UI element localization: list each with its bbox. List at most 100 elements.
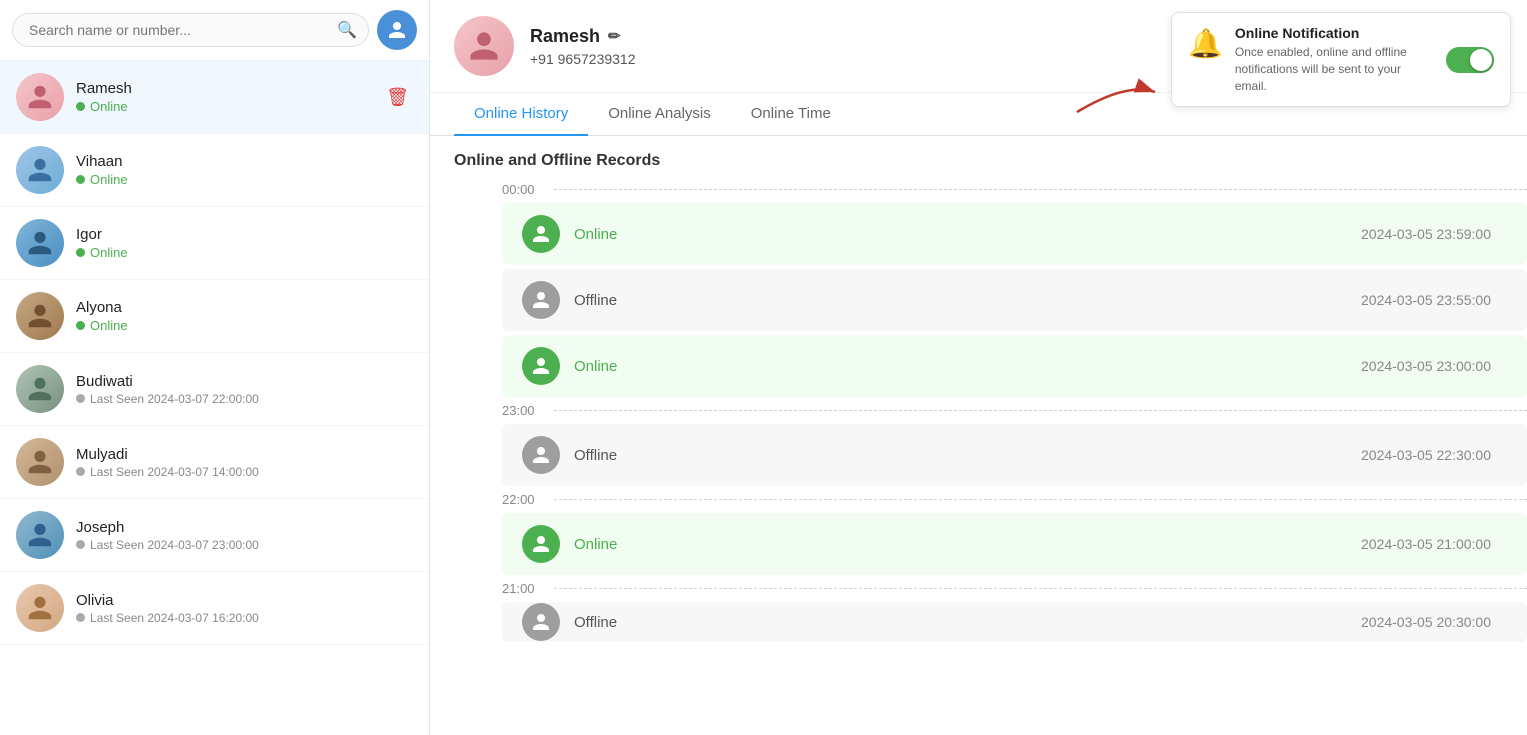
contact-name-budiwati: Budiwati: [76, 373, 413, 390]
divider-line-0000: [554, 189, 1527, 190]
record-time-4: 2024-03-05 21:00:00: [1361, 536, 1491, 552]
contact-info-budiwati: Budiwati Last Seen 2024-03-07 22:00:00: [76, 373, 413, 406]
divider-line-2200: [554, 499, 1527, 500]
record-label-3: Offline: [574, 447, 1347, 464]
record-label-5: Offline: [574, 614, 1347, 631]
record-row-3: Offline 2024-03-05 22:30:00: [502, 424, 1527, 486]
contact-status-olivia: Last Seen 2024-03-07 16:20:00: [76, 611, 413, 625]
record-row-1: Offline 2024-03-05 23:55:00: [502, 269, 1527, 331]
avatar-mulyadi: [16, 438, 64, 486]
offline-icon-5: [522, 603, 560, 641]
contact-status-igor: Online: [76, 245, 413, 260]
divider-line-2100: [554, 588, 1527, 589]
time-label-0000: 00:00: [502, 182, 544, 197]
notification-panel: 🔔 Online Notification Once enabled, onli…: [1171, 12, 1511, 107]
status-dot-mulyadi: [76, 467, 85, 476]
contact-info-vihaan: Vihaan Online: [76, 153, 413, 187]
avatar-vihaan: [16, 146, 64, 194]
avatar-igor: [16, 219, 64, 267]
record-row-0: Online 2024-03-05 23:59:00: [502, 203, 1527, 265]
tab-online-analysis[interactable]: Online Analysis: [588, 93, 731, 136]
contact-status-joseph: Last Seen 2024-03-07 23:00:00: [76, 538, 413, 552]
record-label-4: Online: [574, 536, 1347, 553]
tab-online-history[interactable]: Online History: [454, 93, 588, 136]
contact-status-mulyadi: Last Seen 2024-03-07 14:00:00: [76, 465, 413, 479]
record-time-5: 2024-03-05 20:30:00: [1361, 614, 1491, 630]
time-divider-2300: 23:00: [502, 403, 1527, 418]
contact-list: Ramesh Online 🗑 Vihaan Online 🗑: [0, 61, 429, 735]
contact-name-vihaan: Vihaan: [76, 153, 413, 170]
search-icon: 🔍: [337, 20, 357, 40]
online-icon-0: [522, 215, 560, 253]
record-row-4: Online 2024-03-05 21:00:00: [502, 513, 1527, 575]
header-avatar: [454, 16, 514, 76]
contact-name-igor: Igor: [76, 226, 413, 243]
contact-item-igor[interactable]: Igor Online 🗑: [0, 207, 429, 280]
offline-icon-1: [522, 281, 560, 319]
delete-ramesh-button[interactable]: 🗑: [382, 83, 413, 112]
status-dot-joseph: [76, 540, 85, 549]
time-divider-2100: 21:00: [502, 581, 1527, 596]
avatar-olivia: [16, 584, 64, 632]
notification-description: Once enabled, online and offline notific…: [1235, 44, 1434, 94]
contact-info-joseph: Joseph Last Seen 2024-03-07 23:00:00: [76, 519, 413, 552]
contact-info-igor: Igor Online: [76, 226, 413, 260]
time-divider-0000: 00:00: [502, 182, 1527, 197]
contact-name-mulyadi: Mulyadi: [76, 446, 413, 463]
contact-item-budiwati[interactable]: Budiwati Last Seen 2024-03-07 22:00:00 🗑: [0, 353, 429, 426]
time-divider-2200: 22:00: [502, 492, 1527, 507]
records-title: Online and Offline Records: [430, 136, 1527, 182]
online-icon-4: [522, 525, 560, 563]
record-label-2: Online: [574, 358, 1347, 375]
status-dot-budiwati: [76, 394, 85, 403]
edit-name-icon[interactable]: ✏: [608, 27, 621, 45]
avatar-joseph: [16, 511, 64, 559]
status-dot-ramesh: [76, 102, 85, 111]
contact-status-budiwati: Last Seen 2024-03-07 22:00:00: [76, 392, 413, 406]
notification-toggle[interactable]: [1446, 47, 1494, 73]
time-label-2300: 23:00: [502, 403, 544, 418]
contact-status-vihaan: Online: [76, 172, 413, 187]
records-column: 00:00 Online 2024-03-05 23:59:00: [502, 182, 1527, 646]
contact-name-olivia: Olivia: [76, 592, 413, 609]
contact-item-olivia[interactable]: Olivia Last Seen 2024-03-07 16:20:00 🗑: [0, 572, 429, 645]
tab-online-time[interactable]: Online Time: [731, 93, 851, 136]
contact-item-mulyadi[interactable]: Mulyadi Last Seen 2024-03-07 14:00:00 🗑: [0, 426, 429, 499]
search-input[interactable]: [12, 13, 369, 47]
avatar-budiwati: [16, 365, 64, 413]
time-labels-column: [446, 182, 502, 646]
time-label-2200: 22:00: [502, 492, 544, 507]
status-dot-olivia: [76, 613, 85, 622]
record-time-1: 2024-03-05 23:55:00: [1361, 292, 1491, 308]
add-contact-button[interactable]: [377, 10, 417, 50]
record-label-0: Online: [574, 226, 1347, 243]
contact-name-alyona: Alyona: [76, 299, 413, 316]
contact-header: Ramesh ✏ +91 9657239312 🔔 Online Notific…: [430, 0, 1527, 93]
contact-status-alyona: Online: [76, 318, 413, 333]
contact-item-joseph[interactable]: Joseph Last Seen 2024-03-07 23:00:00 🗑: [0, 499, 429, 572]
record-time-3: 2024-03-05 22:30:00: [1361, 447, 1491, 463]
contact-info-alyona: Alyona Online: [76, 299, 413, 333]
contact-status-ramesh: Online: [76, 99, 370, 114]
record-label-1: Offline: [574, 292, 1347, 309]
toggle-knob: [1470, 49, 1492, 71]
contact-item-ramesh[interactable]: Ramesh Online 🗑: [0, 61, 429, 134]
sidebar: 🔍 Ramesh Online 🗑: [0, 0, 430, 735]
search-wrapper: 🔍: [12, 13, 369, 47]
contact-item-alyona[interactable]: Alyona Online 🗑: [0, 280, 429, 353]
notification-title: Online Notification: [1235, 25, 1434, 41]
notification-text: Online Notification Once enabled, online…: [1235, 25, 1434, 94]
avatar-ramesh: [16, 73, 64, 121]
contact-name-ramesh: Ramesh: [76, 80, 370, 97]
search-bar: 🔍: [0, 0, 429, 61]
contact-info-mulyadi: Mulyadi Last Seen 2024-03-07 14:00:00: [76, 446, 413, 479]
record-time-2: 2024-03-05 23:00:00: [1361, 358, 1491, 374]
contact-info-olivia: Olivia Last Seen 2024-03-07 16:20:00: [76, 592, 413, 625]
bell-icon: 🔔: [1188, 27, 1223, 60]
divider-line-2300: [554, 410, 1527, 411]
online-icon-2: [522, 347, 560, 385]
status-dot-alyona: [76, 321, 85, 330]
record-row-2: Online 2024-03-05 23:00:00: [502, 335, 1527, 397]
contact-item-vihaan[interactable]: Vihaan Online 🗑: [0, 134, 429, 207]
status-dot-vihaan: [76, 175, 85, 184]
